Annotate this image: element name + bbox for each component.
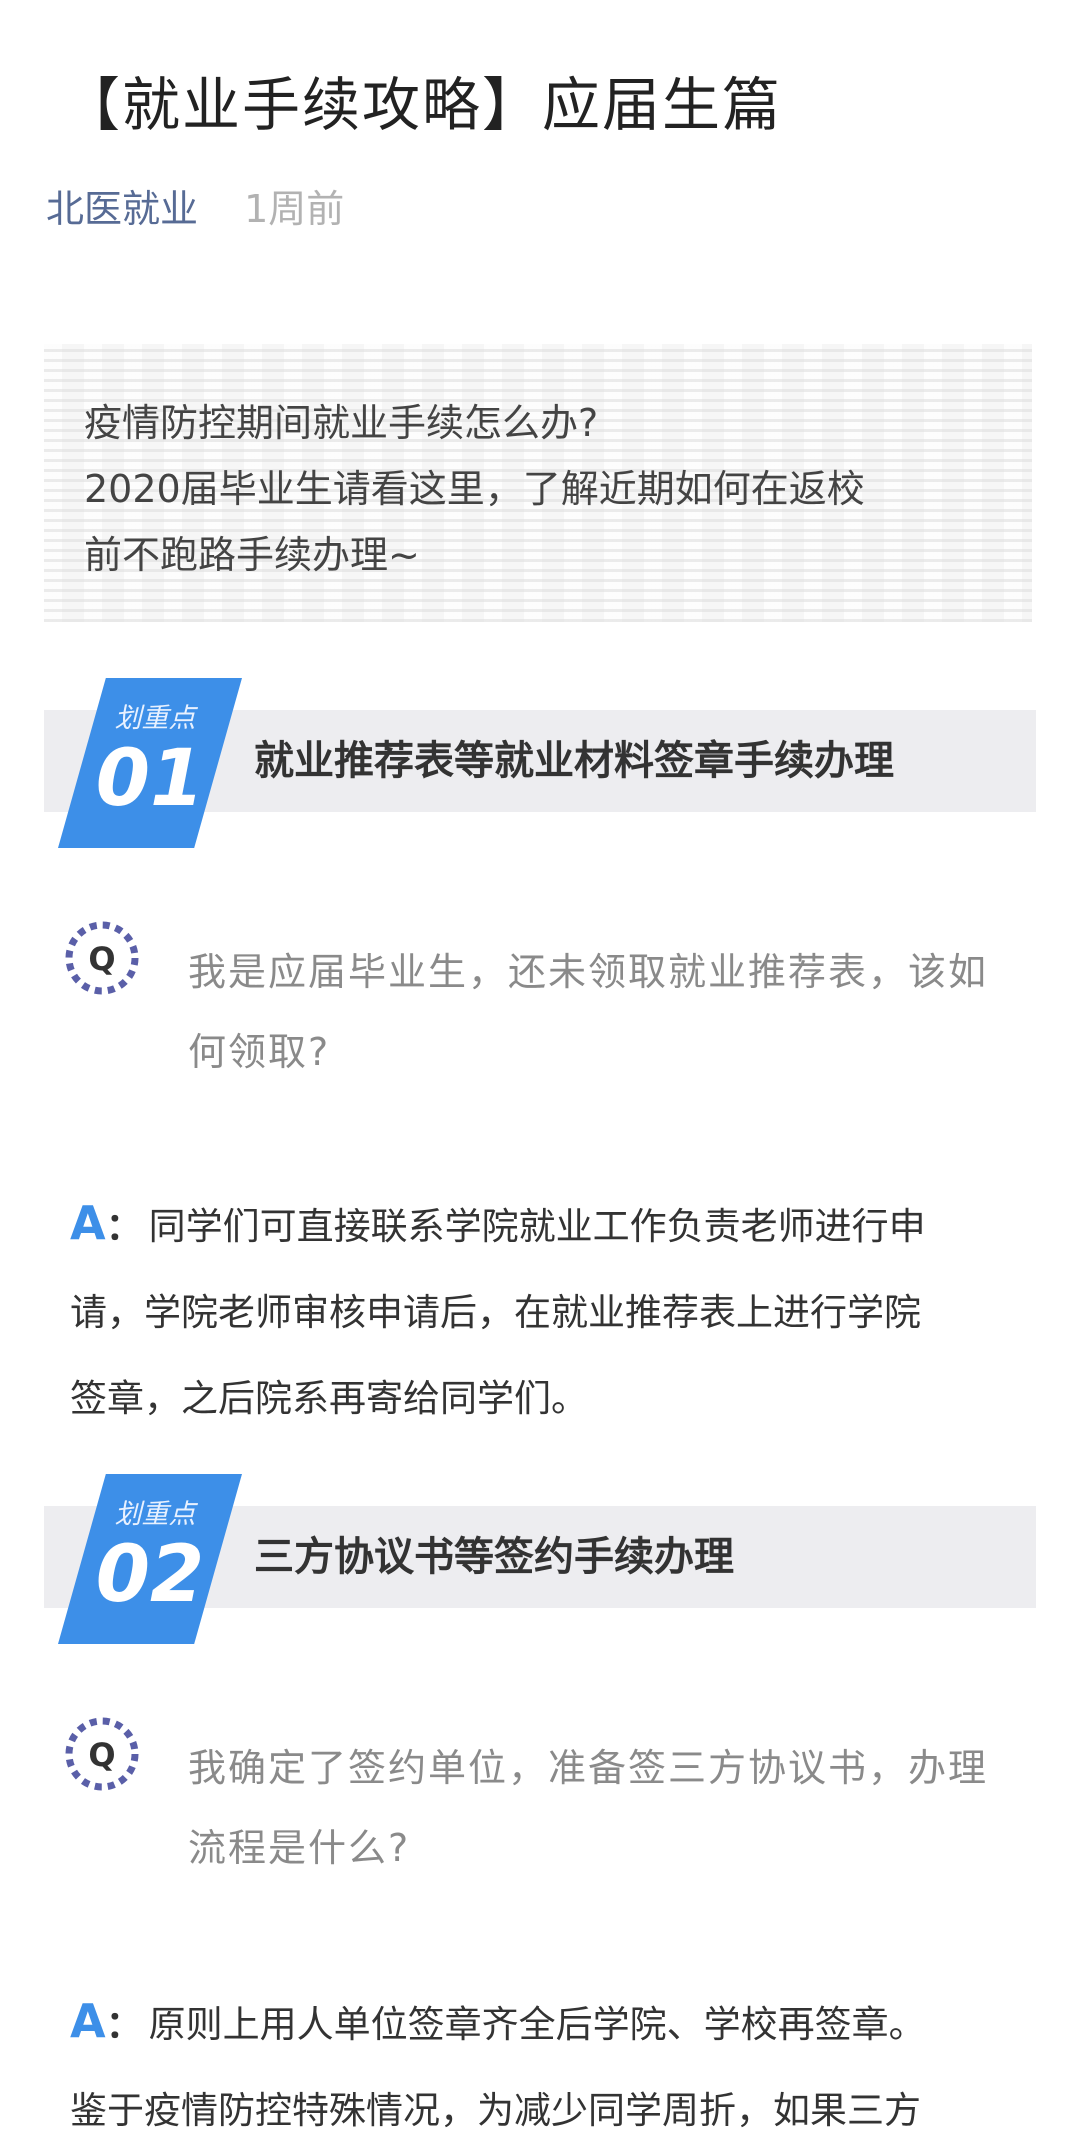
answer-block: A： 同学们可直接联系学院就业工作负责老师进行申 请，学院老师审核申请后，在就业推… <box>70 1180 1020 1442</box>
answer-line: 原则上用人单位签章齐全后学院、学校再签章。 <box>148 2003 926 2046</box>
question-badge-icon: Q <box>65 1717 139 1791</box>
question-icon-letter: Q <box>88 940 115 978</box>
question-text: 我确定了签约单位，准备签三方协议书，办理 流程是什么? <box>188 1728 1008 1888</box>
answer-line: 请，学院老师审核申请后，在就业推荐表上进行学院 <box>70 1291 921 1334</box>
question-line: 流程是什么? <box>188 1826 411 1870</box>
key-point-title: 三方协议书等签约手续办理 <box>254 1534 734 1580</box>
article-meta: 北医就业 1周前 <box>46 178 344 233</box>
answer-line: 同学们可直接联系学院就业工作负责老师进行申 <box>148 1205 926 1248</box>
key-point-badge: 划重点 02 <box>58 1474 242 1644</box>
intro-line: 前不跑路手续办理~ <box>84 533 420 577</box>
question-line: 我确定了签约单位，准备签三方协议书，办理 <box>188 1746 989 1790</box>
intro-text: 疫情防控期间就业手续怎么办? 2020届毕业生请看这里，了解近期如何在返校 前不… <box>84 390 1024 588</box>
answer-colon: ： <box>105 1205 143 1248</box>
key-point-badge: 划重点 01 <box>58 678 242 848</box>
question-line: 我是应届毕业生，还未领取就业推荐表，该如 <box>188 950 989 994</box>
question-badge-icon: Q <box>65 921 139 995</box>
answer-block: A： 原则上用人单位签章齐全后学院、学校再签章。 鉴于疫情防控特殊情况，为减少同学… <box>70 1978 1020 2154</box>
publish-time: 1周前 <box>244 187 345 231</box>
key-point-header: 划重点 02 三方协议书等签约手续办理 <box>44 1474 1036 1644</box>
question-text: 我是应届毕业生，还未领取就业推荐表，该如 何领取? <box>188 932 1008 1092</box>
key-point-header: 划重点 01 就业推荐表等就业材料签章手续办理 <box>44 678 1036 848</box>
question-icon-letter: Q <box>88 1736 115 1774</box>
question-line: 何领取? <box>188 1030 331 1074</box>
article-title: 【就业手续攻略】应届生篇 <box>62 71 783 139</box>
intro-line: 疫情防控期间就业手续怎么办? <box>84 401 599 445</box>
answer-label: A <box>70 1196 106 1250</box>
answer-colon: ： <box>105 2003 143 2046</box>
answer-label: A <box>70 1994 106 2048</box>
key-point-title: 就业推荐表等就业材料签章手续办理 <box>254 738 894 784</box>
answer-line: 鉴于疫情防控特殊情况，为减少同学周折，如果三方 <box>70 2089 921 2132</box>
intro-line: 2020届毕业生请看这里，了解近期如何在返校 <box>84 467 865 511</box>
author-link[interactable]: 北医就业 <box>46 187 198 231</box>
answer-line: 签章，之后院系再寄给同学们。 <box>70 1377 588 1420</box>
